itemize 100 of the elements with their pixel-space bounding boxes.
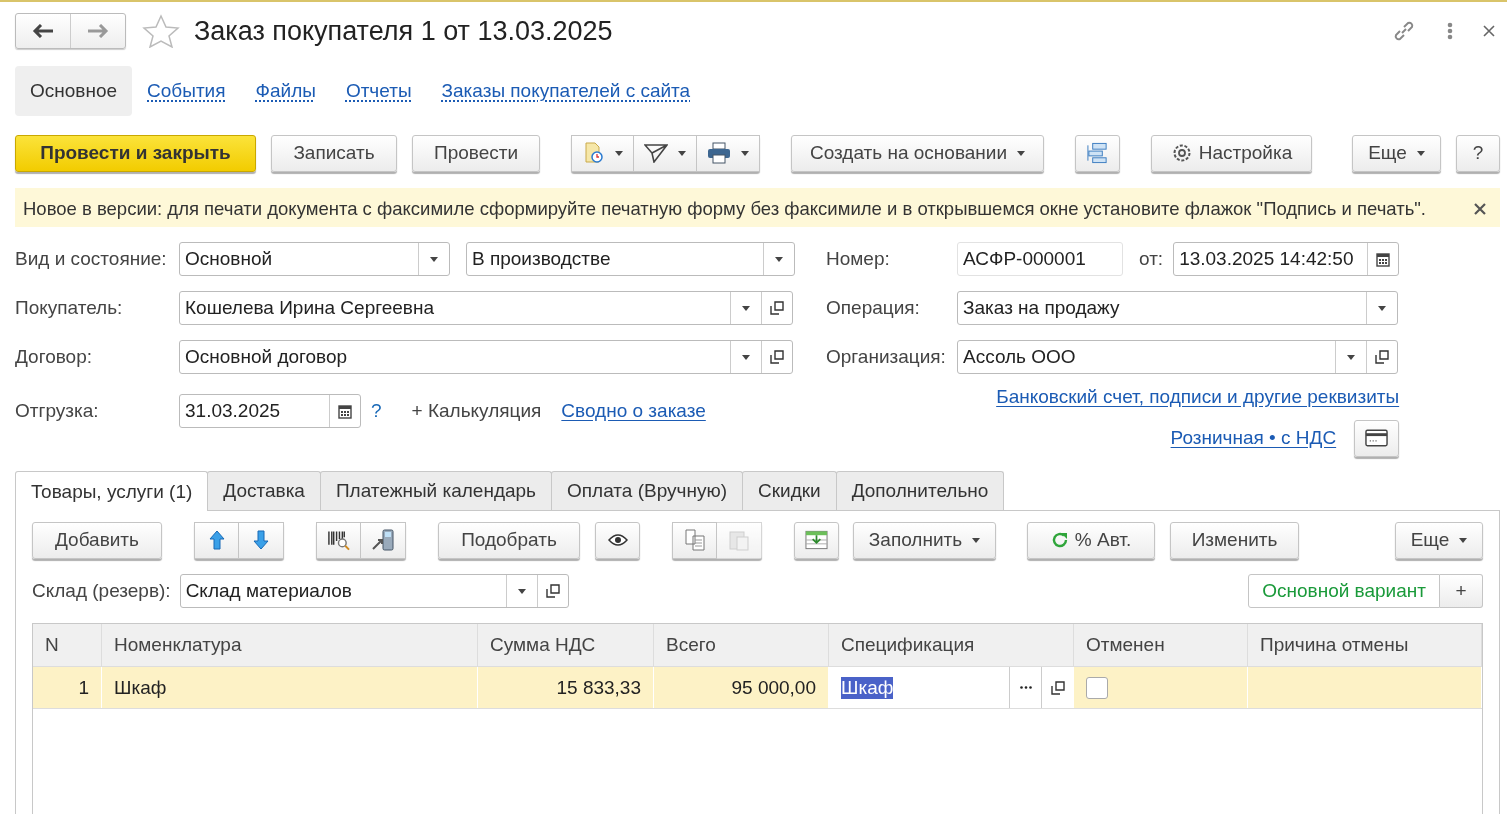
select-field[interactable]: В производстве: [466, 242, 795, 276]
more-button[interactable]: Еще: [1395, 521, 1483, 559]
add-variant-button[interactable]: +: [1440, 574, 1483, 608]
column-header[interactable]: Сумма НДС: [478, 624, 654, 667]
settings-button[interactable]: Настройка: [1151, 134, 1312, 172]
post-and-close-button[interactable]: Провести и закрыть: [15, 134, 256, 172]
select-field[interactable]: Ассоль ООО: [957, 340, 1398, 374]
move-up-button[interactable]: [194, 521, 239, 559]
more-menu-icon[interactable]: [1447, 22, 1453, 40]
section-link[interactable]: События: [132, 66, 241, 116]
star-icon[interactable]: [142, 14, 180, 48]
caret-icon: [741, 150, 749, 156]
caret-icon: [1459, 537, 1468, 543]
pick-button[interactable]: Подобрать: [438, 521, 580, 559]
barcode-magnifier-icon: [327, 529, 350, 551]
up-arrow-icon: [208, 530, 225, 550]
tab[interactable]: Доставка: [207, 471, 321, 510]
section-link[interactable]: Основное: [15, 66, 133, 116]
post-button[interactable]: Провести: [412, 134, 540, 172]
print-dropdown-button[interactable]: [697, 134, 760, 172]
column-header[interactable]: Причина отмены: [1248, 624, 1482, 667]
copy-icon: [683, 529, 706, 551]
structure-icon: [1086, 141, 1109, 165]
open-window-icon[interactable]: [545, 584, 560, 598]
column-header[interactable]: Номенклатура: [102, 624, 478, 667]
document-clock-icon: [582, 142, 605, 164]
tab[interactable]: Платежный календарь: [319, 471, 552, 510]
section-link[interactable]: Заказы покупателей с сайта: [426, 66, 706, 116]
date-field[interactable]: 13.03.2025 14:42:50: [1173, 242, 1400, 276]
field-label: Отгрузка:: [15, 400, 100, 422]
select-field[interactable]: Склад материалов: [179, 574, 569, 608]
number-field[interactable]: АСФР-000001: [957, 242, 1123, 276]
tab[interactable]: Оплата (Вручную): [551, 471, 743, 510]
help-link[interactable]: ?: [371, 400, 382, 422]
fill-button[interactable]: Заполнить: [853, 521, 996, 559]
calendar-icon[interactable]: [338, 403, 352, 419]
open-window-icon[interactable]: [1050, 680, 1065, 695]
clipboard-icon: [728, 529, 750, 551]
price-type-link[interactable]: Розничная • с НДС: [1170, 427, 1337, 449]
more-button[interactable]: Еще: [1352, 134, 1441, 172]
add-button[interactable]: Добавить: [32, 521, 162, 559]
checkbox[interactable]: [1086, 676, 1108, 699]
change-button[interactable]: Изменить: [1170, 521, 1299, 559]
write-button[interactable]: Записать: [271, 134, 397, 172]
ellipsis-icon[interactable]: [1019, 686, 1032, 689]
select-field[interactable]: Кошелева Ирина Сергеевна: [179, 291, 793, 325]
view-button[interactable]: [595, 521, 640, 559]
column-header[interactable]: Спецификация: [829, 624, 1074, 667]
open-window-icon[interactable]: [770, 301, 784, 315]
summary-link[interactable]: Сводно о заказе: [561, 400, 706, 422]
auto-discount-button[interactable]: % Авт.: [1027, 521, 1155, 559]
select-field[interactable]: Основной: [179, 242, 450, 276]
variant-button[interactable]: Основной вариант: [1248, 574, 1440, 608]
column-header[interactable]: Всего: [654, 624, 829, 667]
caret-icon: [742, 305, 750, 311]
caret-icon: [1017, 150, 1026, 156]
tab[interactable]: Дополнительно: [835, 471, 1005, 510]
move-down-button[interactable]: [239, 521, 284, 559]
select-field[interactable]: Основной договор: [179, 340, 793, 374]
field-label: Номер:: [826, 248, 891, 270]
create-based-on-button[interactable]: Создать на основании: [791, 134, 1044, 172]
calendar-icon[interactable]: [1376, 251, 1391, 267]
field-label: от:: [1139, 248, 1164, 270]
window-title: Заказ покупателя 1 от 13.03.2025: [194, 15, 613, 47]
field-label: Склад (резерв):: [32, 580, 171, 602]
column-header[interactable]: N: [33, 624, 102, 667]
field-label: Организация:: [826, 346, 947, 368]
tab[interactable]: Товары, услуги (1): [15, 471, 209, 511]
open-window-icon[interactable]: [1375, 350, 1389, 364]
table-cell: Шкаф: [102, 667, 478, 708]
close-icon[interactable]: [1474, 203, 1486, 215]
eye-icon: [607, 534, 628, 546]
barcode-search-button[interactable]: [316, 521, 361, 559]
calculation-link[interactable]: + Калькуляция: [411, 400, 542, 422]
date-field[interactable]: 31.03.2025: [179, 394, 361, 428]
scanner-button[interactable]: [361, 521, 406, 559]
specification-input[interactable]: Шкаф: [829, 667, 1074, 708]
back-arrow-icon: [32, 24, 54, 38]
open-window-icon[interactable]: [770, 350, 784, 364]
caret-icon: [678, 150, 686, 156]
section-link[interactable]: Файлы: [240, 66, 331, 116]
refresh-icon: [1050, 531, 1069, 549]
bank-details-link[interactable]: Банковский счет, подписи и другие реквизиты: [996, 386, 1400, 408]
caret-icon: [775, 256, 783, 262]
send-dropdown-button[interactable]: [634, 134, 697, 172]
table-row[interactable]: 1 Шкаф 15 833,33 95 000,00 Шкаф: [33, 667, 1482, 709]
select-field[interactable]: Заказ на продажу: [957, 291, 1398, 325]
fill-table-button[interactable]: [794, 521, 839, 559]
structure-button[interactable]: [1075, 134, 1120, 172]
printer-icon: [707, 142, 731, 164]
help-button[interactable]: ?: [1456, 134, 1500, 172]
tab[interactable]: Скидки: [742, 471, 837, 510]
field-label: Операция:: [826, 297, 921, 319]
price-settings-button[interactable]: [1354, 419, 1400, 457]
caret-icon: [614, 150, 623, 156]
column-header[interactable]: Отменен: [1074, 624, 1248, 667]
caret-icon: [1347, 354, 1355, 360]
card-icon: [1365, 429, 1389, 447]
close-icon[interactable]: [1483, 25, 1495, 37]
section-link[interactable]: Отчеты: [330, 66, 427, 116]
